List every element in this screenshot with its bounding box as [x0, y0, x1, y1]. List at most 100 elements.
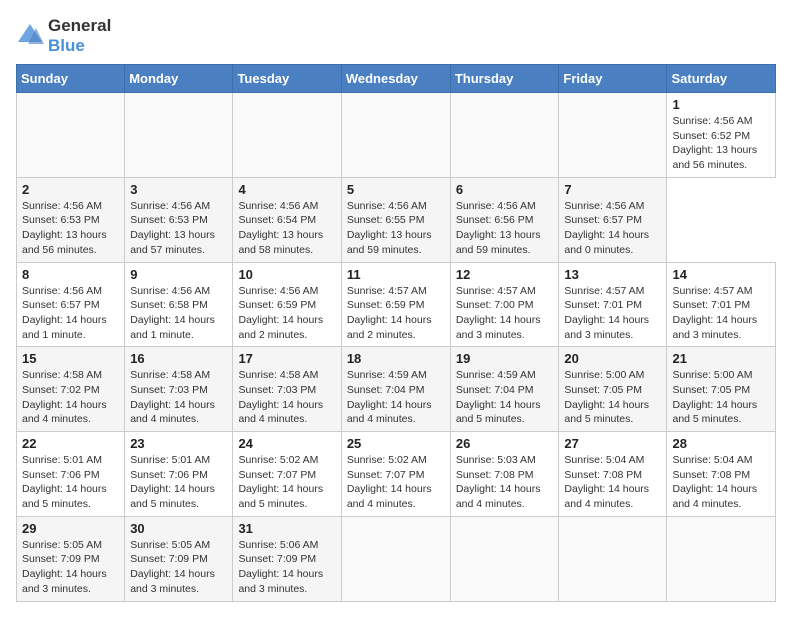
day-info: Sunrise: 4:56 AMSunset: 6:58 PMDaylight:…	[130, 284, 227, 343]
day-info: Sunrise: 4:59 AMSunset: 7:04 PMDaylight:…	[347, 368, 445, 427]
calendar-day: 20 Sunrise: 5:00 AMSunset: 7:05 PMDayligh…	[559, 347, 667, 432]
empty-cell	[559, 93, 667, 178]
day-number: 5	[347, 182, 445, 197]
day-info: Sunrise: 4:59 AMSunset: 7:04 PMDaylight:…	[456, 368, 554, 427]
day-info: Sunrise: 4:58 AMSunset: 7:02 PMDaylight:…	[22, 368, 119, 427]
day-info: Sunrise: 5:04 AMSunset: 7:08 PMDaylight:…	[564, 453, 661, 512]
day-number: 28	[672, 436, 770, 451]
calendar-day: 14 Sunrise: 4:57 AMSunset: 7:01 PMDayligh…	[667, 262, 776, 347]
calendar-day: 26Sunrise: 5:03 AMSunset: 7:08 PMDayligh…	[450, 432, 559, 517]
weekday-header: Friday	[559, 65, 667, 93]
calendar-day: 22 Sunrise: 5:01 AMSunset: 7:06 PMDayligh…	[17, 432, 125, 517]
weekday-header: Thursday	[450, 65, 559, 93]
empty-cell	[341, 93, 450, 178]
calendar-day: 7 Sunrise: 4:56 AMSunset: 6:57 PMDaylight…	[559, 177, 667, 262]
calendar-day: 24 Sunrise: 5:02 AMSunset: 7:07 PMDayligh…	[233, 432, 341, 517]
empty-cell	[667, 516, 776, 601]
day-info: Sunrise: 5:04 AMSunset: 7:08 PMDaylight:…	[672, 453, 770, 512]
calendar-day: 10 Sunrise: 4:56 AMSunset: 6:59 PMDayligh…	[233, 262, 341, 347]
day-info: Sunrise: 5:00 AMSunset: 7:05 PMDaylight:…	[672, 368, 770, 427]
day-info: Sunrise: 4:58 AMSunset: 7:03 PMDaylight:…	[238, 368, 335, 427]
day-number: 6	[456, 182, 554, 197]
calendar-day: 30 Sunrise: 5:05 AMSunset: 7:09 PMDayligh…	[125, 516, 233, 601]
day-number: 7	[564, 182, 661, 197]
day-info: Sunrise: 4:56 AMSunset: 6:56 PMDaylight:…	[456, 199, 554, 258]
day-number: 18	[347, 351, 445, 366]
day-number: 24	[238, 436, 335, 451]
day-number: 14	[672, 267, 770, 282]
empty-cell	[17, 93, 125, 178]
day-info: Sunrise: 4:56 AMSunset: 6:53 PMDaylight:…	[22, 199, 119, 258]
calendar-week-row: 22 Sunrise: 5:01 AMSunset: 7:06 PMDayligh…	[17, 432, 776, 517]
day-info: Sunrise: 5:00 AMSunset: 7:05 PMDaylight:…	[564, 368, 661, 427]
day-info: Sunrise: 4:58 AMSunset: 7:03 PMDaylight:…	[130, 368, 227, 427]
calendar-week-row: 2Sunrise: 4:56 AMSunset: 6:53 PMDaylight…	[17, 177, 776, 262]
day-number: 22	[22, 436, 119, 451]
calendar-day: 18 Sunrise: 4:59 AMSunset: 7:04 PMDayligh…	[341, 347, 450, 432]
calendar-day: 28 Sunrise: 5:04 AMSunset: 7:08 PMDayligh…	[667, 432, 776, 517]
day-number: 26	[456, 436, 554, 451]
day-info: Sunrise: 5:01 AMSunset: 7:06 PMDaylight:…	[130, 453, 227, 512]
day-number: 10	[238, 267, 335, 282]
day-info: Sunrise: 4:56 AMSunset: 6:52 PMDaylight:…	[672, 114, 770, 173]
day-number: 25	[347, 436, 445, 451]
day-number: 16	[130, 351, 227, 366]
day-number: 29	[22, 521, 119, 536]
day-number: 12	[456, 267, 554, 282]
calendar-day: 11Sunrise: 4:57 AMSunset: 6:59 PMDayligh…	[341, 262, 450, 347]
day-number: 20	[564, 351, 661, 366]
page-header: General Blue	[16, 16, 776, 56]
calendar-day: 1 Sunrise: 4:56 AMSunset: 6:52 PMDaylight…	[667, 93, 776, 178]
calendar-week-row: 1 Sunrise: 4:56 AMSunset: 6:52 PMDaylight…	[17, 93, 776, 178]
calendar-day: 25 Sunrise: 5:02 AMSunset: 7:07 PMDayligh…	[341, 432, 450, 517]
day-number: 9	[130, 267, 227, 282]
day-number: 21	[672, 351, 770, 366]
calendar-day: 17 Sunrise: 4:58 AMSunset: 7:03 PMDayligh…	[233, 347, 341, 432]
empty-cell	[341, 516, 450, 601]
day-info: Sunrise: 4:57 AMSunset: 7:01 PMDaylight:…	[564, 284, 661, 343]
day-info: Sunrise: 5:05 AMSunset: 7:09 PMDaylight:…	[22, 538, 119, 597]
calendar-day: 5 Sunrise: 4:56 AMSunset: 6:55 PMDaylight…	[341, 177, 450, 262]
calendar-week-row: 29 Sunrise: 5:05 AMSunset: 7:09 PMDayligh…	[17, 516, 776, 601]
day-info: Sunrise: 5:01 AMSunset: 7:06 PMDaylight:…	[22, 453, 119, 512]
day-info: Sunrise: 4:56 AMSunset: 6:59 PMDaylight:…	[238, 284, 335, 343]
calendar-day: 23Sunrise: 5:01 AMSunset: 7:06 PMDayligh…	[125, 432, 233, 517]
day-info: Sunrise: 5:02 AMSunset: 7:07 PMDaylight:…	[347, 453, 445, 512]
empty-cell	[450, 516, 559, 601]
calendar-day: 4 Sunrise: 4:56 AMSunset: 6:54 PMDaylight…	[233, 177, 341, 262]
calendar-header-row: SundayMondayTuesdayWednesdayThursdayFrid…	[17, 65, 776, 93]
day-info: Sunrise: 5:02 AMSunset: 7:07 PMDaylight:…	[238, 453, 335, 512]
day-number: 30	[130, 521, 227, 536]
day-info: Sunrise: 5:06 AMSunset: 7:09 PMDaylight:…	[238, 538, 335, 597]
day-number: 17	[238, 351, 335, 366]
day-number: 11	[347, 267, 445, 282]
calendar-day: 21 Sunrise: 5:00 AMSunset: 7:05 PMDayligh…	[667, 347, 776, 432]
empty-cell	[233, 93, 341, 178]
empty-cell	[559, 516, 667, 601]
day-number: 4	[238, 182, 335, 197]
day-number: 1	[672, 97, 770, 112]
calendar-week-row: 15 Sunrise: 4:58 AMSunset: 7:02 PMDayligh…	[17, 347, 776, 432]
day-info: Sunrise: 4:57 AMSunset: 7:01 PMDaylight:…	[672, 284, 770, 343]
day-info: Sunrise: 4:56 AMSunset: 6:55 PMDaylight:…	[347, 199, 445, 258]
calendar-day: 13Sunrise: 4:57 AMSunset: 7:01 PMDayligh…	[559, 262, 667, 347]
logo-icon	[16, 22, 44, 50]
weekday-header: Sunday	[17, 65, 125, 93]
empty-cell	[450, 93, 559, 178]
day-number: 3	[130, 182, 227, 197]
calendar-week-row: 8Sunrise: 4:56 AMSunset: 6:57 PMDaylight…	[17, 262, 776, 347]
day-number: 31	[238, 521, 335, 536]
weekday-header: Wednesday	[341, 65, 450, 93]
day-info: Sunrise: 4:56 AMSunset: 6:57 PMDaylight:…	[564, 199, 661, 258]
calendar-day: 3Sunrise: 4:56 AMSunset: 6:53 PMDaylight…	[125, 177, 233, 262]
weekday-header: Saturday	[667, 65, 776, 93]
day-info: Sunrise: 5:05 AMSunset: 7:09 PMDaylight:…	[130, 538, 227, 597]
day-info: Sunrise: 4:56 AMSunset: 6:54 PMDaylight:…	[238, 199, 335, 258]
calendar-day: 16 Sunrise: 4:58 AMSunset: 7:03 PMDayligh…	[125, 347, 233, 432]
day-info: Sunrise: 4:56 AMSunset: 6:57 PMDaylight:…	[22, 284, 119, 343]
calendar-day: 27Sunrise: 5:04 AMSunset: 7:08 PMDayligh…	[559, 432, 667, 517]
day-number: 19	[456, 351, 554, 366]
day-number: 15	[22, 351, 119, 366]
logo: General Blue	[16, 16, 111, 56]
calendar-day: 15 Sunrise: 4:58 AMSunset: 7:02 PMDayligh…	[17, 347, 125, 432]
